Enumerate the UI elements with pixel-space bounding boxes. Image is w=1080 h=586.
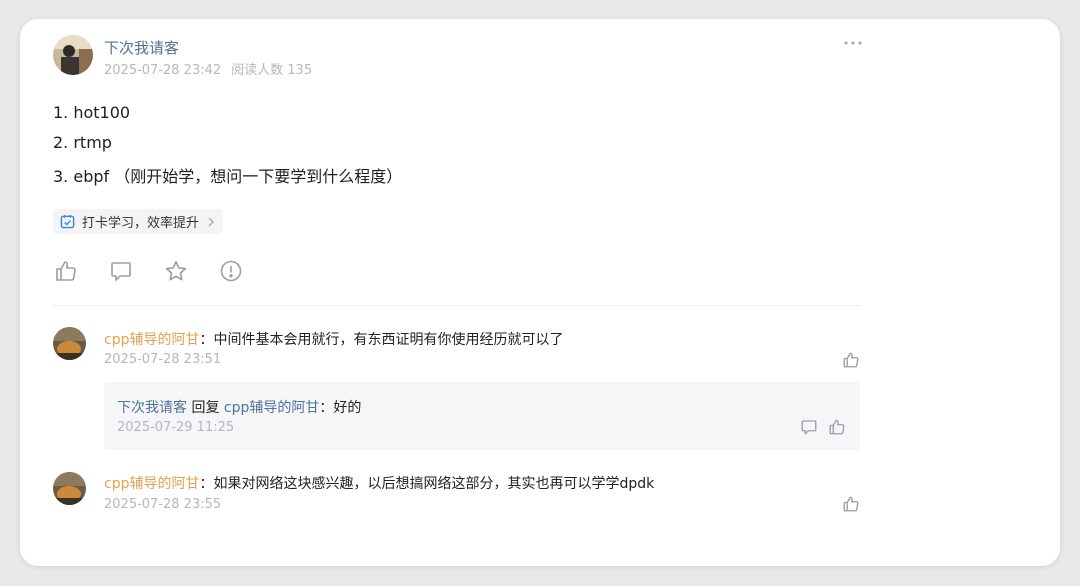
like-icon[interactable] [54,259,78,283]
comment-2-author[interactable]: cpp辅导的阿甘 [104,476,199,492]
commenter-avatar[interactable] [53,472,86,505]
reply-time: 2025-07-29 11:25 [117,420,235,435]
reply-verb: 回复 [187,400,224,416]
star-icon[interactable] [164,259,188,283]
post-content-line-2: 2. rtmp [53,133,112,152]
commenter-avatar[interactable] [53,327,86,360]
comment-2-text: 如果对网络这块感兴趣，以后想搞网络这部分，其实也再可以学学dpdk [213,476,655,492]
comment-1-time: 2025-07-28 23:51 [104,352,222,367]
post-meta: 2025-07-28 23:42 阅读人数 135 [104,59,312,78]
post-author-name[interactable]: 下次我请客 [104,37,179,58]
comment-2-text-line: cpp辅导的阿甘：如果对网络这块感兴趣，以后想搞网络这部分，其实也再可以学学dp… [104,473,654,493]
post-card: 下次我请客 2025-07-28 23:42 阅读人数 135 1. hot100… [20,19,1060,566]
comment-1-like-icon[interactable] [842,351,860,369]
reply-box: 下次我请客 回复 cpp辅导的阿甘：好的 2025-07-29 11:25 [104,382,860,450]
reply-text: 好的 [333,400,362,416]
reply-separator: ： [319,400,334,416]
reply-author[interactable]: 下次我请客 [117,400,187,416]
post-read-count: 阅读人数 135 [231,63,313,78]
reply-text-line: 下次我请客 回复 cpp辅导的阿甘：好的 [117,397,361,417]
report-icon[interactable] [219,259,243,283]
comment-1-text: 中间件基本会用就行，有东西证明有你使用经历就可以了 [213,332,564,348]
checkin-icon [60,214,75,229]
author-avatar[interactable] [53,35,93,75]
comment-1-separator: ： [199,332,214,348]
divider [53,305,861,306]
reply-target[interactable]: cpp辅导的阿甘 [224,400,319,416]
comment-2-like-icon[interactable] [842,495,860,513]
comment-2-time: 2025-07-28 23:55 [104,497,222,512]
reply-comment-icon[interactable] [800,418,818,436]
comment-icon[interactable] [109,259,133,283]
chevron-right-icon [208,217,215,226]
post-date: 2025-07-28 23:42 [104,63,222,78]
comment-1-text-line: cpp辅导的阿甘：中间件基本会用就行，有东西证明有你使用经历就可以了 [104,329,563,349]
comment-1-author[interactable]: cpp辅导的阿甘 [104,332,199,348]
topic-tag-label: 打卡学习，效率提升 [82,216,200,231]
topic-tag[interactable]: 打卡学习，效率提升 [53,209,224,234]
reply-like-icon[interactable] [828,418,846,436]
more-options-icon[interactable] [843,35,863,49]
comment-2-separator: ： [199,476,214,492]
post-content-line-3: 3. ebpf （刚开始学，想问一下要学到什么程度） [53,167,403,186]
post-content-line-1: 1. hot100 [53,103,131,122]
